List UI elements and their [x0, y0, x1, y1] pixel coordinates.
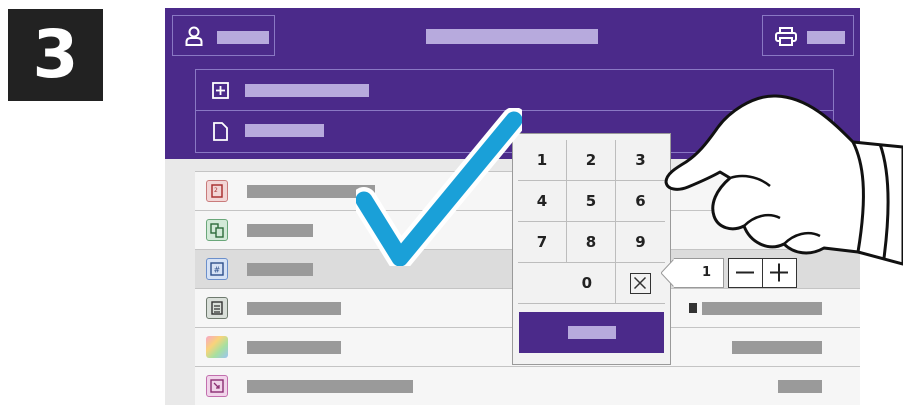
reduce-enlarge-icon	[206, 375, 228, 397]
layout-value-placeholder	[702, 302, 822, 315]
color-value-placeholder	[732, 341, 822, 354]
page-glyph-icon	[689, 303, 697, 313]
enter-button[interactable]	[519, 312, 664, 353]
copies-label-placeholder	[247, 263, 313, 276]
sign-in-button[interactable]	[172, 15, 275, 56]
numeric-keypad: 1 2 3 4 5 6 7 8 9 0	[512, 133, 671, 365]
key-4[interactable]: 4	[518, 181, 567, 222]
reduce-value-placeholder	[778, 380, 822, 393]
document-icon	[213, 122, 228, 141]
app-title-placeholder	[426, 29, 598, 44]
device-label-placeholder	[807, 31, 845, 44]
collate-label-placeholder	[247, 224, 313, 237]
pointing-hand-icon	[664, 94, 903, 266]
plus-square-icon	[212, 82, 229, 99]
key-8[interactable]: 8	[567, 222, 616, 263]
document-placeholder	[245, 124, 324, 137]
list-item-reduce[interactable]	[195, 366, 860, 405]
step-number: 3	[8, 9, 103, 101]
enter-label-placeholder	[568, 326, 616, 339]
layout-label-placeholder	[247, 302, 341, 315]
clear-icon	[630, 273, 651, 294]
collate-icon	[206, 219, 228, 241]
user-name-placeholder	[217, 31, 269, 44]
key-7[interactable]: 7	[518, 222, 567, 263]
hash-icon: #	[206, 258, 228, 280]
key-0[interactable]: 0	[518, 263, 616, 304]
device-button[interactable]	[762, 15, 854, 56]
add-item-placeholder	[245, 84, 369, 97]
user-icon	[185, 26, 203, 46]
svg-text:#: #	[214, 266, 221, 275]
key-1[interactable]: 1	[518, 140, 567, 181]
color-icon	[206, 336, 228, 358]
printer-icon	[775, 27, 797, 46]
checkmark-icon	[356, 108, 522, 266]
key-2[interactable]: 2	[567, 140, 616, 181]
svg-text:2: 2	[214, 187, 218, 194]
key-5[interactable]: 5	[567, 181, 616, 222]
reduce-label-placeholder	[247, 380, 413, 393]
clear-key[interactable]	[616, 263, 665, 304]
color-label-placeholder	[247, 341, 341, 354]
page-layout-icon	[206, 297, 228, 319]
two-sided-icon: 2	[206, 180, 228, 202]
